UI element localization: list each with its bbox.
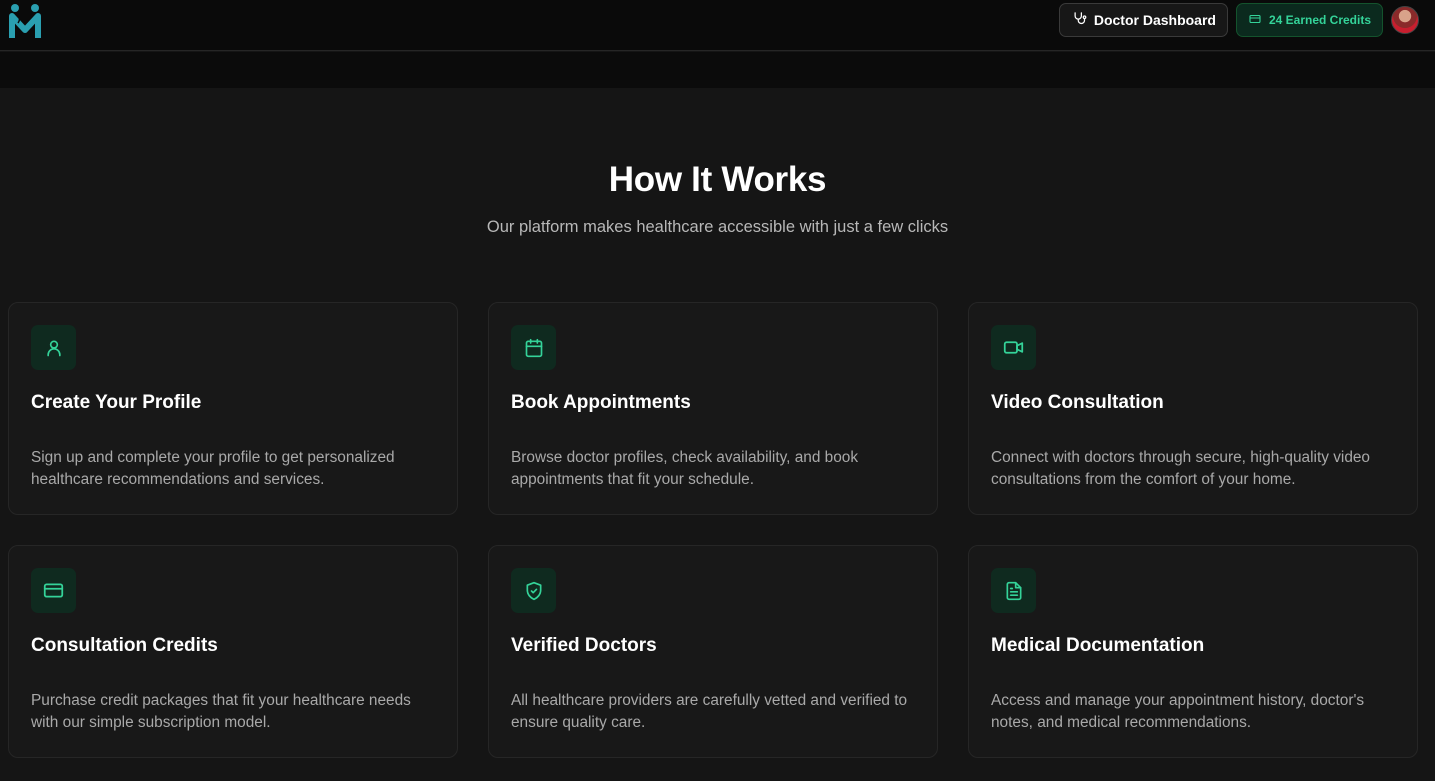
feature-card-create-profile: Create Your Profile Sign up and complete… xyxy=(8,302,458,515)
card-description: All healthcare providers are carefully v… xyxy=(511,692,908,731)
card-description: Connect with doctors through secure, hig… xyxy=(991,449,1370,488)
hero-band xyxy=(0,52,1435,88)
feature-card-book-appointments: Book Appointments Browse doctor profiles… xyxy=(488,302,938,515)
feature-card-video-consultation: Video Consultation Connect with doctors … xyxy=(968,302,1418,515)
credit-card-icon xyxy=(31,568,76,613)
shield-check-icon xyxy=(511,568,556,613)
feature-card-verified-doctors: Verified Doctors All healthcare provider… xyxy=(488,545,938,758)
card-description: Purchase credit packages that fit your h… xyxy=(31,692,411,731)
user-icon xyxy=(31,325,76,370)
doctor-dashboard-label: Doctor Dashboard xyxy=(1093,12,1216,28)
video-icon xyxy=(991,325,1036,370)
card-title: Consultation Credits xyxy=(31,635,218,656)
doctor-dashboard-button[interactable]: Doctor Dashboard xyxy=(1058,3,1228,37)
calendar-icon xyxy=(511,325,556,370)
feature-card-consultation-credits: Consultation Credits Purchase credit pac… xyxy=(8,545,458,758)
file-text-icon xyxy=(991,568,1036,613)
logo-icon xyxy=(9,4,41,38)
credit-card-icon xyxy=(1249,13,1261,28)
section-subtitle: Our platform makes healthcare accessible… xyxy=(486,218,949,236)
card-description: Browse doctor profiles, check availabili… xyxy=(511,449,859,488)
section-title: How It Works xyxy=(608,160,827,199)
credits-label: 24 Earned Credits xyxy=(1268,13,1371,27)
card-title: Video Consultation xyxy=(991,392,1164,413)
feature-card-medical-documentation: Medical Documentation Access and manage … xyxy=(968,545,1418,758)
card-title: Medical Documentation xyxy=(991,635,1205,656)
user-avatar[interactable] xyxy=(1391,6,1419,34)
credits-badge[interactable]: 24 Earned Credits xyxy=(1235,3,1383,37)
app-logo[interactable] xyxy=(9,2,45,40)
stethoscope-icon xyxy=(1072,11,1087,29)
card-title: Verified Doctors xyxy=(511,635,657,656)
card-title: Create Your Profile xyxy=(31,392,202,413)
card-description: Access and manage your appointment histo… xyxy=(991,692,1365,731)
top-navbar: Doctor Dashboard 24 Earned Credits xyxy=(0,0,1435,51)
card-description: Sign up and complete your profile to get… xyxy=(31,449,395,488)
card-title: Book Appointments xyxy=(511,392,691,413)
